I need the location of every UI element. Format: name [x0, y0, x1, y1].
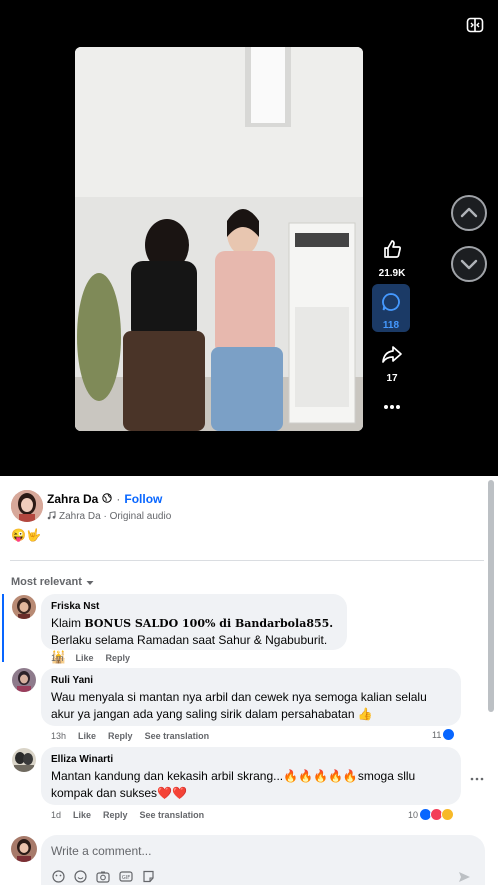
comment-time[interactable]: 1d	[51, 810, 61, 820]
comment-count: 118	[382, 320, 400, 331]
comment-icon	[381, 293, 401, 316]
avatar-sticker-icon[interactable]	[52, 870, 65, 888]
reaction-number: 11	[432, 729, 442, 740]
video-frame[interactable]	[75, 47, 363, 431]
reply-button[interactable]: Reply	[108, 731, 133, 741]
video-thumbnail	[75, 47, 363, 431]
comment-more-icon[interactable]	[470, 768, 484, 786]
comment-time[interactable]: 13h	[51, 731, 66, 741]
fullscreen-exit-icon[interactable]	[466, 16, 484, 39]
wow-reaction-icon	[441, 808, 455, 821]
commenter-avatar[interactable]	[12, 595, 36, 619]
comment-text: Mantan kandung dan kekasih arbil skrang.…	[51, 769, 416, 800]
share-icon	[381, 346, 403, 369]
comment-bubble: Elliza Winarti Mantan kandung dan kekasi…	[41, 747, 461, 805]
like-button[interactable]: Like	[76, 653, 94, 663]
comment-time[interactable]: 1m	[51, 653, 64, 663]
sticker-icon[interactable]	[142, 870, 155, 888]
author-name[interactable]: Zahra Da	[47, 492, 98, 506]
comment-composer[interactable]: Write a comment... GIF	[41, 835, 485, 885]
emoji-icon[interactable]	[74, 870, 87, 888]
comment-text: Wau menyala si mantan nya arbil dan cewe…	[51, 690, 427, 721]
previous-video-button[interactable]	[451, 195, 487, 231]
chevron-down-icon	[453, 259, 485, 284]
chevron-up-icon	[453, 207, 485, 233]
caret-down-icon	[86, 573, 94, 591]
audio-label[interactable]: Zahra Da · Original audio	[59, 511, 171, 522]
comment-actions: 1m Like Reply	[51, 653, 130, 663]
send-icon[interactable]	[458, 870, 471, 888]
reaction-count[interactable]: 11	[432, 728, 456, 741]
thumbs-up-icon	[381, 240, 403, 264]
like-count: 21.9K	[378, 268, 406, 279]
highlight-bar	[2, 594, 4, 662]
comment-actions: 1d Like Reply See translation	[51, 810, 204, 820]
like-reaction-icon	[442, 728, 456, 741]
comment-action[interactable]: 118	[372, 284, 410, 332]
commenter-avatar[interactable]	[12, 668, 36, 692]
like-action[interactable]: 21.9K	[372, 238, 412, 279]
share-action[interactable]: 17	[372, 343, 412, 384]
like-button[interactable]: Like	[73, 810, 91, 820]
reaction-count[interactable]: 10	[408, 808, 455, 821]
more-options-icon[interactable]	[372, 398, 412, 416]
comment-author[interactable]: Ruli Yani	[51, 675, 451, 686]
video-player: 21.9K 118 17	[0, 0, 498, 476]
comment-actions: 13h Like Reply See translation	[51, 731, 209, 741]
follow-button[interactable]: Follow	[124, 492, 162, 506]
reply-button[interactable]: Reply	[106, 653, 131, 663]
gif-icon[interactable]: GIF	[119, 870, 133, 888]
post-caption: 😜🤟	[11, 528, 41, 542]
comments-panel: Zahra Da · Follow Zahra Da · Original au…	[0, 476, 498, 886]
author-avatar[interactable]	[11, 490, 43, 522]
divider	[10, 560, 484, 561]
reply-button[interactable]: Reply	[103, 810, 128, 820]
sort-label: Most relevant	[11, 576, 82, 588]
comment-bubble: Ruli Yani Wau menyala si mantan nya arbi…	[41, 668, 461, 726]
globe-icon	[102, 490, 113, 508]
like-button[interactable]: Like	[78, 731, 96, 741]
comment-input[interactable]: Write a comment...	[51, 844, 151, 858]
see-translation-button[interactable]: See translation	[145, 731, 210, 741]
commenter-avatar[interactable]	[12, 748, 36, 772]
reaction-number: 10	[408, 809, 419, 820]
music-note-icon	[47, 507, 56, 525]
scrollbar[interactable]	[488, 480, 494, 712]
user-avatar[interactable]	[11, 836, 37, 862]
comment-author[interactable]: Elliza Winarti	[51, 754, 451, 765]
svg-text:GIF: GIF	[122, 875, 130, 881]
comment-author[interactable]: Friska Nst	[51, 601, 337, 612]
sort-dropdown[interactable]: Most relevant	[11, 573, 94, 591]
next-video-button[interactable]	[451, 246, 487, 282]
share-count: 17	[386, 373, 398, 384]
camera-icon[interactable]	[96, 870, 110, 888]
see-translation-button[interactable]: See translation	[140, 810, 205, 820]
comment-bubble: Friska Nst Klaim BONUS SALDO 100% di Ban…	[41, 594, 347, 664]
